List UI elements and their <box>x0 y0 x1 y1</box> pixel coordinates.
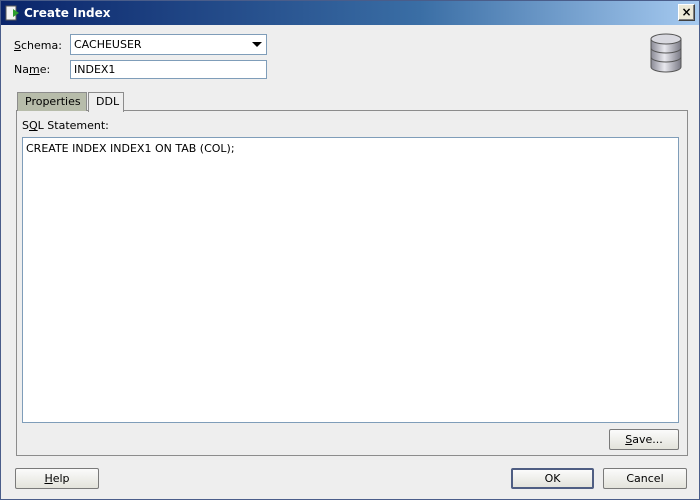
schema-dropdown[interactable]: CACHEUSER <box>70 34 267 55</box>
name-input[interactable]: INDEX1 <box>70 60 267 79</box>
create-index-dialog: Create Index × Schema: CACHEUSER Name: I… <box>0 0 700 500</box>
database-icon <box>650 33 682 73</box>
chevron-down-icon[interactable] <box>252 42 262 47</box>
sql-statement-textarea[interactable]: CREATE INDEX INDEX1 ON TAB (COL); <box>22 137 679 423</box>
sql-statement-label: SQL Statement: <box>22 119 109 132</box>
app-icon <box>5 5 19 21</box>
name-label: Name: <box>14 63 51 76</box>
help-button[interactable]: Help <box>15 468 99 489</box>
tab-ddl[interactable]: DDL <box>88 92 124 112</box>
tab-properties[interactable]: Properties <box>17 92 87 111</box>
window-title: Create Index <box>24 6 111 20</box>
schema-value: CACHEUSER <box>74 38 142 51</box>
schema-label: Schema: <box>14 39 62 52</box>
cancel-button[interactable]: Cancel <box>603 468 687 489</box>
close-icon: × <box>681 5 692 19</box>
close-button[interactable]: × <box>678 4 695 21</box>
ok-button[interactable]: OK <box>511 468 594 489</box>
title-bar[interactable]: Create Index × <box>1 1 699 25</box>
save-button[interactable]: Save... <box>609 429 679 450</box>
